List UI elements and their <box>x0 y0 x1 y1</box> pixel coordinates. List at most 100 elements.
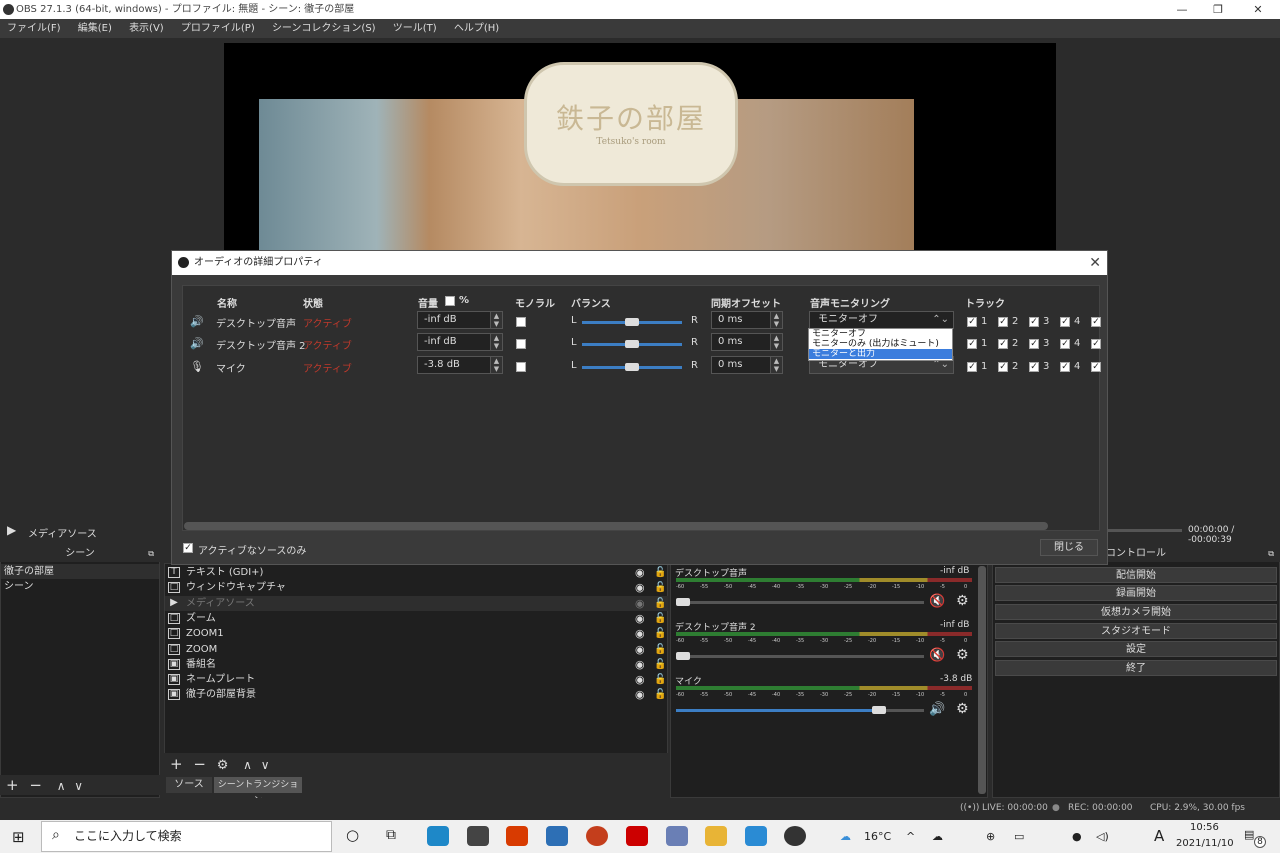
add-source-button[interactable]: + <box>170 755 183 773</box>
mic-tray-icon[interactable]: ● <box>1072 830 1082 843</box>
dropdown-option[interactable]: モニターオフ <box>809 329 952 339</box>
network-icon[interactable]: ⊕ <box>986 830 995 843</box>
chevron-down-icon[interactable]: ⌃⌄ <box>932 312 949 328</box>
office-icon[interactable] <box>506 826 528 846</box>
remove-source-button[interactable]: − <box>193 755 206 773</box>
muted-speaker-icon[interactable]: 🔇 <box>929 648 945 663</box>
powerpoint-icon[interactable] <box>586 826 608 846</box>
monitoring-combo[interactable]: モニターオフ ⌃⌄ <box>809 311 954 329</box>
lock-icon[interactable]: 🔓 <box>654 626 666 641</box>
mail-icon[interactable] <box>546 826 568 846</box>
remove-scene-button[interactable]: − <box>29 776 42 794</box>
cortana-icon[interactable]: ○ <box>346 826 359 844</box>
settings-button[interactable]: 設定 <box>995 641 1277 657</box>
start-streaming-button[interactable]: 配信開始 <box>995 567 1277 583</box>
tab-sources[interactable]: ソース <box>166 777 212 793</box>
eye-icon[interactable]: ◉ <box>635 626 645 641</box>
stepper-arrows-icon[interactable]: ▲ ▼ <box>770 312 782 328</box>
taskbar-time[interactable]: 10:56 <box>1190 822 1219 833</box>
scene-item[interactable]: 徹子の部屋 <box>1 564 159 579</box>
eye-icon[interactable]: ◉ <box>635 642 645 657</box>
media-seek-bar[interactable] <box>1108 529 1182 532</box>
sync-offset-input[interactable]: 0 ms ▲ ▼ <box>711 311 783 329</box>
menu-view[interactable]: 表示(V) <box>129 23 164 34</box>
battery-icon[interactable]: ▭ <box>1014 830 1024 843</box>
source-item[interactable]: ▣ ネームプレート ◉ 🔓 <box>165 672 668 687</box>
maximize-button[interactable]: ❐ <box>1200 0 1236 19</box>
dropdown-option[interactable]: モニターのみ (出力はミュート) <box>809 339 952 349</box>
menu-help[interactable]: ヘルプ(H) <box>454 23 499 34</box>
volume-fader-knob[interactable] <box>676 598 690 606</box>
stepper-arrows-icon[interactable]: ▲ ▼ <box>770 334 782 350</box>
move-up-icon[interactable]: ∧ <box>57 779 66 793</box>
stepper-arrows-icon[interactable]: ▲ ▼ <box>490 312 502 328</box>
gear-icon[interactable]: ⚙ <box>956 701 969 717</box>
source-item[interactable]: □ ZOOM ◉ 🔓 <box>165 642 668 657</box>
taskbar-search-input[interactable]: ここに入力して検索 <box>41 821 332 852</box>
menu-tools[interactable]: ツール(T) <box>393 23 437 34</box>
menu-scene-collection[interactable]: シーンコレクション(S) <box>272 23 376 34</box>
eye-icon[interactable]: ◉ <box>635 672 645 687</box>
active-only-checkbox[interactable]: ✓ <box>183 543 193 553</box>
lock-icon[interactable]: 🔓 <box>654 565 666 580</box>
tray-chevron-icon[interactable]: ^ <box>906 830 915 843</box>
track-checkbox[interactable]: ✓ <box>1091 317 1101 327</box>
muted-speaker-icon[interactable]: 🔇 <box>929 594 945 609</box>
percent-checkbox[interactable] <box>445 296 455 306</box>
volume-fader-knob[interactable] <box>872 706 887 714</box>
volume-tray-icon[interactable]: ◁) <box>1096 830 1109 843</box>
mono-checkbox[interactable] <box>516 362 526 372</box>
move-down-icon[interactable]: ∨ <box>261 758 270 772</box>
sync-offset-input[interactable]: 0 ms ▲ ▼ <box>711 356 783 374</box>
windows-start-icon[interactable]: ⊞ <box>12 828 25 846</box>
eye-icon[interactable]: ◉ <box>635 687 645 702</box>
source-item[interactable]: ▶ メディアソース ◉ 🔓 <box>165 595 668 611</box>
lock-icon[interactable]: 🔓 <box>654 611 666 626</box>
obs-taskbar-icon[interactable] <box>784 826 806 846</box>
stepper-arrows-icon[interactable]: ▲ ▼ <box>770 357 782 373</box>
track-checkbox[interactable]: ✓ <box>1029 317 1039 327</box>
speaker-icon[interactable]: 🔊 <box>929 702 945 717</box>
stepper-arrows-icon[interactable]: ▲ ▼ <box>490 334 502 350</box>
exit-button[interactable]: 終了 <box>995 660 1277 676</box>
track-checkbox[interactable]: ✓ <box>1060 362 1070 372</box>
volume-input[interactable]: -inf dB ▲ ▼ <box>417 333 503 351</box>
lock-icon[interactable]: 🔓 <box>654 580 666 595</box>
minimize-button[interactable]: — <box>1164 0 1200 19</box>
track-checkbox[interactable]: ✓ <box>998 339 1008 349</box>
track-checkbox[interactable]: ✓ <box>1060 339 1070 349</box>
source-item[interactable]: □ ズーム ◉ 🔓 <box>165 611 668 626</box>
source-item[interactable]: T テキスト (GDI+) ◉ 🔓 <box>165 565 668 580</box>
mono-checkbox[interactable] <box>516 317 526 327</box>
source-item[interactable]: ▣ 番組名 ◉ 🔓 <box>165 657 668 672</box>
edge-icon[interactable] <box>427 826 449 846</box>
scene-item[interactable]: シーン <box>1 579 159 594</box>
eye-icon[interactable]: ◉ <box>635 580 645 595</box>
taskbar-date[interactable]: 2021/11/10 <box>1176 838 1234 849</box>
track-checkbox[interactable]: ✓ <box>998 362 1008 372</box>
add-scene-button[interactable]: + <box>6 776 19 794</box>
track-checkbox[interactable]: ✓ <box>967 317 977 327</box>
task-view-icon[interactable]: ⧉ <box>386 827 396 843</box>
sync-offset-input[interactable]: 0 ms ▲ ▼ <box>711 333 783 351</box>
volume-input[interactable]: -inf dB ▲ ▼ <box>417 311 503 329</box>
acrobat-icon[interactable] <box>626 826 648 846</box>
track-checkbox[interactable]: ✓ <box>967 362 977 372</box>
volume-fader[interactable] <box>676 655 924 658</box>
lock-icon[interactable]: 🔓 <box>654 687 666 702</box>
balance-knob[interactable] <box>625 340 639 348</box>
gear-icon[interactable]: ⚙ <box>956 593 969 609</box>
source-item[interactable]: □ ZOOM1 ◉ 🔓 <box>165 626 668 641</box>
dialog-horizontal-scrollbar[interactable] <box>184 522 1048 530</box>
lock-icon[interactable]: 🔓 <box>654 657 666 672</box>
volume-fader-knob[interactable] <box>676 652 690 660</box>
eye-icon[interactable]: ◉ <box>635 596 645 611</box>
mixer-scrollbar[interactable] <box>978 566 986 794</box>
app-icon[interactable] <box>745 826 767 846</box>
mono-checkbox[interactable] <box>516 339 526 349</box>
store-icon[interactable] <box>467 826 489 846</box>
gear-icon[interactable]: ⚙ <box>217 758 229 773</box>
eye-icon[interactable]: ◉ <box>635 657 645 672</box>
menu-edit[interactable]: 編集(E) <box>78 23 112 34</box>
lock-icon[interactable]: 🔓 <box>654 672 666 687</box>
